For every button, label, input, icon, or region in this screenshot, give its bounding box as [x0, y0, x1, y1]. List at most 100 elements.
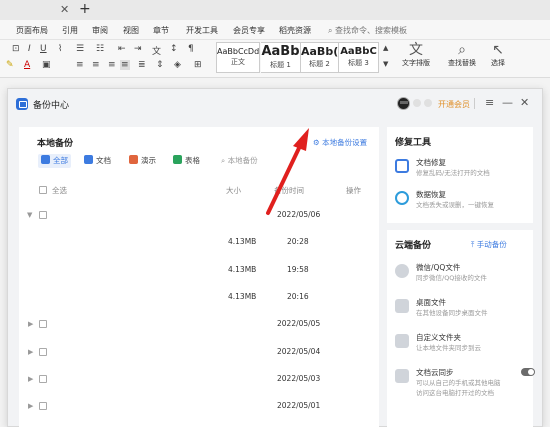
- menu-review[interactable]: 审阅: [92, 25, 108, 36]
- style-heading-2[interactable]: AaBb( 标题 2: [301, 42, 339, 73]
- row-checkbox[interactable]: [39, 348, 47, 356]
- collapsed-caret-icon[interactable]: ▶: [28, 320, 33, 328]
- char-shading-icon[interactable]: ▣: [42, 60, 51, 70]
- line-spacing-icon[interactable]: ⇕: [156, 60, 164, 70]
- align-center-icon[interactable]: ≡: [92, 60, 100, 70]
- menu-section[interactable]: 章节: [153, 25, 169, 36]
- text-layout-button[interactable]: 文 文字排版: [397, 42, 435, 68]
- collapsed-caret-icon[interactable]: ▶: [28, 402, 33, 410]
- magnifier-icon: ⌕: [458, 42, 466, 58]
- close-icon[interactable]: ✕: [520, 96, 529, 110]
- font-color-icon[interactable]: A: [24, 60, 30, 70]
- doc-repair-desc: 修复乱码/无法打开的文档: [416, 169, 490, 177]
- new-tab-icon[interactable]: +: [79, 1, 91, 17]
- menu-developer[interactable]: 开发工具: [186, 25, 218, 36]
- style-label: 正文: [231, 58, 245, 66]
- data-recovery-name: 数据恢复: [416, 190, 446, 199]
- italic-icon[interactable]: I: [28, 44, 31, 54]
- cloud-backup-title: 云端备份: [395, 241, 432, 251]
- custom-folder-item[interactable]: 自定义文件夹 让本地文件夹同步到云: [395, 332, 527, 358]
- filter-spreadsheet[interactable]: 表格: [173, 154, 200, 168]
- doc-repair-item[interactable]: 文档修复 修复乱码/无法打开的文档: [395, 157, 527, 183]
- dialog-header: 备份中心 开通会员 ≡ — ✕: [8, 89, 542, 119]
- style-scroll-up-icon[interactable]: ▲: [383, 44, 388, 52]
- select-all-checkbox[interactable]: [39, 186, 47, 194]
- text-layout-label: 文字排版: [402, 59, 430, 67]
- border-icon[interactable]: ⊞: [194, 60, 202, 70]
- justify-icon[interactable]: ≡: [120, 60, 130, 70]
- desktop-files-name: 桌面文件: [416, 298, 446, 307]
- all-icon: [41, 155, 50, 164]
- command-search[interactable]: ⌕ 查找命令、搜索模板: [328, 25, 407, 36]
- show-marks-icon[interactable]: ¶: [188, 44, 194, 54]
- minimize-icon[interactable]: —: [502, 96, 513, 110]
- close-tab-icon[interactable]: ✕: [60, 3, 69, 16]
- expand-caret-icon[interactable]: ▼: [27, 211, 32, 219]
- filter-document[interactable]: 文档: [84, 154, 111, 168]
- avatar[interactable]: [397, 97, 410, 110]
- menu-references[interactable]: 引用: [62, 25, 78, 36]
- doc-cloud-sync-desc-2: 访问这台电脑打开过的文档: [416, 389, 494, 397]
- align-right-icon[interactable]: ≡: [108, 60, 116, 70]
- search-icon: ⌕: [328, 26, 333, 35]
- style-heading-1[interactable]: AaBb 标题 1: [261, 42, 301, 73]
- numbered-list-icon[interactable]: ☷: [96, 44, 104, 54]
- highlight-icon[interactable]: ✎: [6, 60, 14, 70]
- row-checkbox[interactable]: [39, 320, 47, 328]
- time-column-header: 备份时间: [274, 186, 304, 195]
- find-replace-label: 查找替换: [448, 59, 476, 67]
- backup-date: 2022/05/03: [277, 374, 321, 383]
- open-vip-link[interactable]: 开通会员: [438, 99, 470, 110]
- sort-icon[interactable]: ↕: [170, 44, 178, 54]
- data-recovery-desc: 文档丢失或误删，一键恢复: [416, 201, 494, 209]
- filter-all[interactable]: 全部: [38, 154, 71, 168]
- bullet-list-icon[interactable]: ☰: [76, 44, 84, 54]
- row-checkbox[interactable]: [39, 375, 47, 383]
- desktop-files-item[interactable]: 桌面文件 在其他设备同步桌面文件: [395, 297, 527, 323]
- indent-icon[interactable]: ⇤: [118, 44, 126, 54]
- chinese-layout-icon[interactable]: 文: [152, 44, 161, 57]
- collapsed-caret-icon[interactable]: ▶: [28, 348, 33, 356]
- dialog-title: 备份中心: [33, 101, 70, 111]
- wechat-qq-files-name: 微信/QQ文件: [416, 263, 461, 272]
- backup-size: 4.13MB: [228, 265, 257, 274]
- distributed-icon[interactable]: ≣: [138, 60, 146, 70]
- row-checkbox[interactable]: [39, 211, 47, 219]
- outdent-icon[interactable]: ⇥: [134, 44, 142, 54]
- style-heading-3[interactable]: AaBbC 标题 3: [339, 42, 379, 73]
- style-normal[interactable]: AaBbCcDd 正文: [216, 42, 260, 73]
- local-backup-title: 本地备份: [37, 139, 74, 149]
- row-checkbox[interactable]: [39, 402, 47, 410]
- filter-label: 文档: [96, 156, 111, 165]
- local-backup-search[interactable]: ⌕ 本地备份: [221, 154, 258, 168]
- menu-view[interactable]: 视图: [123, 25, 139, 36]
- select-all-label: 全选: [52, 186, 67, 195]
- style-more-icon[interactable]: ▼: [383, 60, 388, 68]
- menu-member[interactable]: 会员专享: [233, 25, 265, 36]
- doc-cloud-sync-desc: 可以从自己的手机或其他电脑: [416, 379, 501, 387]
- local-backup-settings-link[interactable]: ⚙ 本地备份设置: [313, 137, 367, 148]
- strikethrough-icon[interactable]: ⌇: [58, 44, 62, 54]
- doc-cloud-sync-toggle[interactable]: [521, 368, 535, 376]
- filter-presentation[interactable]: 演示: [129, 154, 156, 168]
- menu-icon[interactable]: ≡: [485, 96, 494, 110]
- local-backup-panel: 本地备份 ⚙ 本地备份设置 全部 文档 演示 表格 ⌕ 本地备份 全选 大小 备…: [19, 127, 379, 427]
- wechat-qq-files-item[interactable]: 微信/QQ文件 同步微信/QQ接收的文件: [395, 262, 527, 288]
- shading-icon[interactable]: ◈: [174, 60, 181, 70]
- data-recovery-item[interactable]: 数据恢复 文档丢失或误删，一键恢复: [395, 189, 527, 215]
- manual-backup-label: 手动备份: [476, 240, 507, 249]
- align-left-icon[interactable]: ≡: [76, 60, 84, 70]
- find-replace-button[interactable]: ⌕ 查找替换: [443, 42, 481, 68]
- underline-icon[interactable]: U: [40, 44, 47, 54]
- doc-repair-name: 文档修复: [416, 158, 446, 167]
- custom-folder-desc: 让本地文件夹同步到云: [416, 344, 481, 352]
- menu-page-layout[interactable]: 页面布局: [16, 25, 48, 36]
- backup-date: 2022/05/06: [277, 210, 321, 219]
- manual-backup-button[interactable]: ⤒ 手动备份: [471, 239, 507, 250]
- format-painter-icon[interactable]: ⊡: [12, 44, 20, 54]
- menu-docer[interactable]: 稻壳资源: [279, 25, 311, 36]
- select-button[interactable]: ↖ 选择: [486, 42, 510, 68]
- collapsed-caret-icon[interactable]: ▶: [28, 375, 33, 383]
- word-doc-icon: [84, 155, 93, 164]
- cursor-icon: ↖: [492, 42, 504, 58]
